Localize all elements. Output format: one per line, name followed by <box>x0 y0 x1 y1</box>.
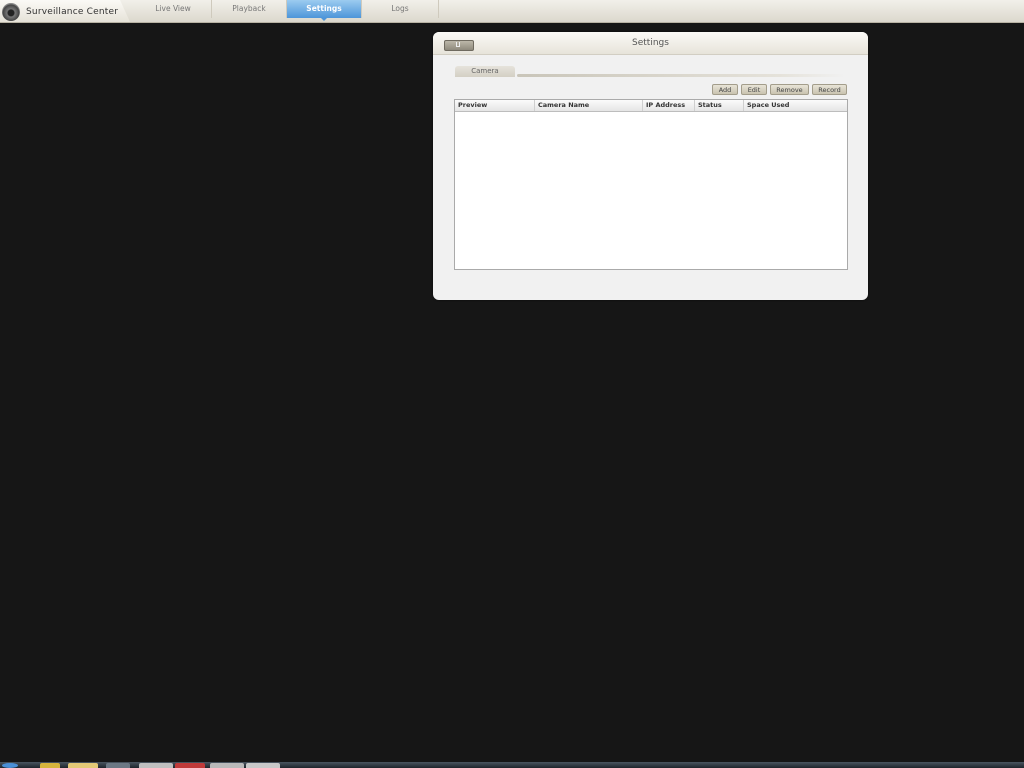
column-header-status[interactable]: Status <box>695 100 744 111</box>
edit-camera-button[interactable]: Edit <box>741 84 767 95</box>
top-navigation-bar: Surveillance Center Live View Playback S… <box>0 0 1024 23</box>
camera-table[interactable]: Preview Camera Name IP Address Status Sp… <box>454 99 848 270</box>
record-button[interactable]: Record <box>812 84 847 95</box>
nav-tab-playback[interactable]: Playback <box>212 0 287 18</box>
nav-tab-settings[interactable]: Settings <box>287 0 362 21</box>
taskbar-app-document-icon[interactable] <box>246 763 280 768</box>
app-brand: Surveillance Center <box>0 0 130 22</box>
dialog-header: Settings <box>433 32 868 55</box>
remove-camera-button[interactable]: Remove <box>770 84 809 95</box>
taskbar-app-window-icon[interactable] <box>139 763 173 768</box>
start-button[interactable] <box>2 763 18 768</box>
dialog-title: Settings <box>632 38 669 48</box>
app-title: Surveillance Center <box>26 7 119 17</box>
os-taskbar <box>0 762 1024 768</box>
table-header: Preview Camera Name IP Address Status Sp… <box>455 100 847 112</box>
column-header-preview[interactable]: Preview <box>455 100 535 111</box>
taskbar-app-settings-icon[interactable] <box>210 763 244 768</box>
column-header-space-used[interactable]: Space Used <box>744 100 847 111</box>
tab-camera[interactable]: Camera <box>455 66 515 77</box>
taskbar-app-folder-icon[interactable] <box>68 763 98 768</box>
nav-tab-live-view[interactable]: Live View <box>135 0 212 18</box>
taskbar-app-red-icon[interactable] <box>175 763 205 768</box>
settings-dialog: Settings Camera Add Edit Remove Record P… <box>433 32 868 300</box>
tab-rail <box>517 74 845 77</box>
taskbar-app-icon[interactable] <box>106 763 130 768</box>
taskbar-app-explorer-icon[interactable] <box>40 763 60 768</box>
column-header-ip-address[interactable]: IP Address <box>643 100 695 111</box>
add-camera-button[interactable]: Add <box>712 84 738 95</box>
nav-tab-logs[interactable]: Logs <box>362 0 439 18</box>
camera-icon <box>2 3 20 21</box>
column-header-camera-name[interactable]: Camera Name <box>535 100 643 111</box>
